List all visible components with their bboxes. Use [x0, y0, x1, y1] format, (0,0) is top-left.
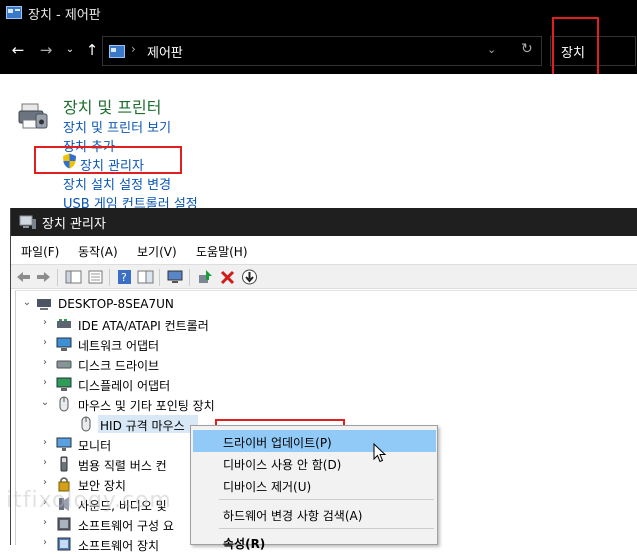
scan-hardware-icon[interactable]	[167, 269, 184, 285]
expand-chevron-icon[interactable]: ›	[40, 437, 50, 449]
uninstall-device-menu-item[interactable]: 디바이스 제거(U)	[193, 474, 436, 496]
expand-chevron-icon[interactable]: ›	[40, 537, 50, 549]
scan-hardware-menu-item[interactable]: 하드웨어 변경 사항 검색(A)	[193, 503, 436, 525]
display-adapter-icon	[56, 377, 72, 391]
tree-item-label: 디스크 드라이브	[78, 359, 160, 373]
device-install-settings-link[interactable]: 장치 설치 설정 변경	[63, 174, 171, 193]
uninstall-device-label: 디바이스 제거(U)	[223, 480, 312, 494]
expand-chevron-icon[interactable]: ›	[40, 457, 50, 469]
forward-icon[interactable]	[35, 269, 52, 285]
tree-item-label: 네트워크 어댑터	[78, 339, 160, 353]
disable-device-icon[interactable]	[241, 269, 258, 285]
tree-item-label: HID 규격 마우스	[100, 419, 185, 433]
toolbar: ?	[11, 264, 637, 289]
menu-action[interactable]: 동작(A)	[78, 243, 118, 260]
software-device-icon	[57, 537, 71, 551]
tree-category-item[interactable]: › IDE ATA/ATAPI 컨트롤러	[16, 314, 616, 334]
device-manager-title: 장치 관리자	[42, 217, 106, 232]
tree-category-item[interactable]: ⌄ 마우스 및 기타 포인팅 장치	[16, 394, 616, 414]
usb-icon	[60, 456, 68, 472]
menu-help[interactable]: 도움말(H)	[196, 243, 248, 260]
computer-name: DESKTOP-8SEA7UN	[58, 297, 174, 311]
control-panel-titlebar: 장치 - 제어판	[0, 0, 637, 26]
tree-category-item[interactable]: › 디스플레이 어댑터	[16, 374, 616, 394]
recent-locations-chevron-icon[interactable]: ⌄	[60, 40, 80, 60]
control-panel-content: 장치 및 프린터 장치 및 프린터 보기 장치 추가 장치 관리자 장치 설치 …	[0, 74, 637, 212]
collapse-chevron-icon[interactable]: ⌄	[22, 297, 32, 309]
disk-drive-icon	[56, 360, 72, 369]
ide-controller-icon	[57, 319, 71, 328]
update-driver-icon[interactable]	[197, 269, 214, 285]
show-hide-console-tree-icon[interactable]	[65, 269, 82, 285]
update-driver-menu-item[interactable]: 드라이버 업데이트(P)	[193, 430, 436, 452]
scan-hardware-label: 하드웨어 변경 사항 검색(A)	[223, 509, 363, 523]
back-arrow-icon[interactable]: ←	[8, 40, 28, 60]
menu-separator	[219, 499, 434, 500]
network-adapter-icon	[56, 337, 72, 351]
devices-printers-icon	[18, 103, 48, 129]
expand-chevron-icon[interactable]: ›	[40, 517, 50, 529]
address-dropdown-icon[interactable]: ⌄	[487, 43, 496, 56]
tree-item-label: 마우스 및 기타 포인팅 장치	[78, 399, 215, 413]
tree-item-label: 모니터	[78, 439, 112, 453]
watermark: itfixology.com	[6, 488, 172, 513]
computer-icon	[37, 299, 51, 310]
mouse-cursor-icon	[373, 443, 387, 463]
monitor-icon	[56, 437, 72, 451]
forward-arrow-icon[interactable]: →	[36, 40, 56, 60]
refresh-icon[interactable]: ↻	[521, 41, 533, 57]
menu-view[interactable]: 보기(V)	[137, 243, 177, 260]
help-pane-icon[interactable]	[137, 269, 154, 285]
properties-menu-item[interactable]: 속성(R)	[193, 531, 436, 553]
address-box[interactable]: › 제어판 ⌄ ↻	[102, 36, 542, 66]
mouse-icon	[81, 416, 91, 432]
expand-chevron-icon[interactable]: ›	[40, 317, 50, 329]
properties-sheet-icon[interactable]	[87, 269, 104, 285]
expand-chevron-icon[interactable]: ›	[40, 377, 50, 389]
menu-bar: 파일(F) 동작(A) 보기(V) 도움말(H)	[11, 236, 637, 264]
update-driver-label: 드라이버 업데이트(P)	[223, 436, 332, 450]
tree-root[interactable]: ⌄ DESKTOP-8SEA7UN	[16, 294, 616, 314]
window-title: 장치 - 제어판	[28, 8, 101, 23]
tree-category-item[interactable]: › 디스크 드라이브	[16, 354, 616, 374]
context-menu: 드라이버 업데이트(P) 디바이스 사용 안 함(D) 디바이스 제거(U) 하…	[190, 425, 438, 551]
collapse-chevron-icon[interactable]: ⌄	[40, 397, 50, 409]
device-manager-titlebar: 장치 관리자	[11, 208, 637, 236]
tree-category-item[interactable]: › 네트워크 어댑터	[16, 334, 616, 354]
properties-label: 속성(R)	[223, 537, 266, 551]
tree-item-label: 디스플레이 어댑터	[78, 379, 171, 393]
uninstall-device-icon[interactable]	[219, 269, 236, 285]
expand-chevron-icon[interactable]: ›	[40, 357, 50, 369]
device-manager-highlight-box	[34, 146, 182, 174]
tree-item-label: 범용 직렬 버스 컨	[78, 459, 167, 473]
breadcrumb-control-panel[interactable]: 제어판	[147, 42, 183, 61]
tree-item-label: 소프트웨어 구성 요	[78, 519, 174, 533]
software-component-icon	[57, 517, 71, 531]
view-devices-printers-link[interactable]: 장치 및 프린터 보기	[63, 117, 171, 136]
svg-text:?: ?	[121, 271, 127, 284]
device-manager-icon	[19, 215, 36, 229]
expand-chevron-icon[interactable]: ›	[40, 337, 50, 349]
tree-item-label: 소프트웨어 장치	[78, 539, 160, 553]
mouse-icon	[59, 396, 69, 412]
address-bar-area: ← → ⌄ ↑ › 제어판 ⌄ ↻ 장치	[0, 26, 637, 74]
control-panel-icon	[6, 6, 22, 19]
control-panel-small-icon	[109, 45, 125, 58]
back-icon[interactable]	[15, 269, 32, 285]
menu-file[interactable]: 파일(F)	[21, 243, 59, 260]
devices-printers-heading[interactable]: 장치 및 프린터	[63, 94, 162, 118]
disable-device-label: 디바이스 사용 안 함(D)	[223, 458, 342, 472]
properties-icon[interactable]: ?	[116, 269, 133, 285]
tree-item-label: IDE ATA/ATAPI 컨트롤러	[78, 319, 209, 333]
up-arrow-icon[interactable]: ↑	[82, 40, 102, 60]
breadcrumb-separator-icon: ›	[131, 42, 136, 56]
disable-device-menu-item[interactable]: 디바이스 사용 안 함(D)	[193, 452, 436, 474]
menu-separator	[219, 528, 434, 529]
